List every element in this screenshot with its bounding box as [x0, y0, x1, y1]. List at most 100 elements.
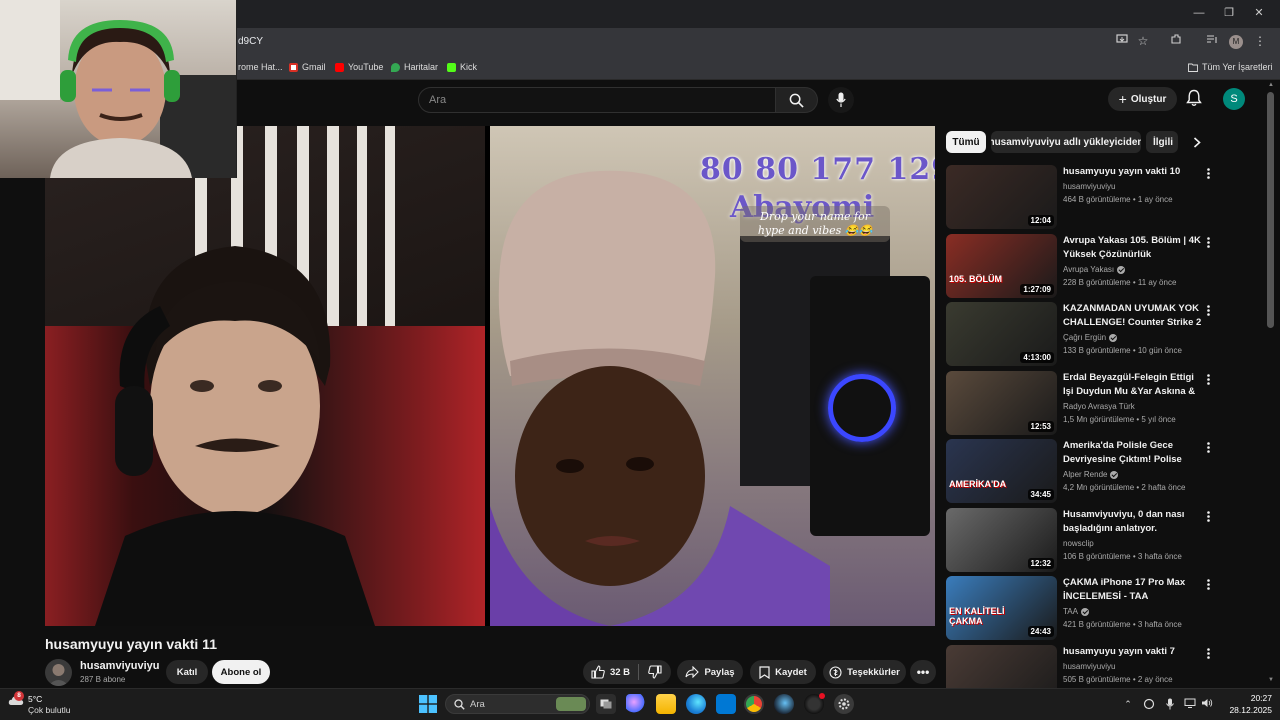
- video-card-title[interactable]: Husamviyuviyu, 0 dan nası başladığını an…: [1063, 508, 1203, 535]
- bell-icon: [1186, 89, 1202, 106]
- video-card-menu-button[interactable]: [1203, 508, 1213, 524]
- chrome-icon[interactable]: [744, 694, 764, 714]
- related-video-card[interactable]: 12:32 Husamviyuviyu, 0 dan nası başladığı…: [946, 508, 1216, 572]
- clock-time[interactable]: 20:27: [1232, 693, 1272, 703]
- profile-avatar[interactable]: M: [1229, 35, 1243, 49]
- video-card-menu-button[interactable]: [1203, 165, 1213, 181]
- join-button[interactable]: Katıl: [166, 660, 208, 684]
- video-card-title[interactable]: Amerika'da Polisle Gece Devriyesine Çıkt…: [1063, 439, 1203, 466]
- video-thumbnail[interactable]: 12:32: [946, 508, 1057, 572]
- obs-icon[interactable]: [804, 693, 825, 714]
- create-button[interactable]: + Oluştur: [1108, 87, 1177, 111]
- maximize-button[interactable]: ❐: [1222, 6, 1236, 20]
- bookmark-item[interactable]: rome Hat...: [238, 60, 283, 74]
- task-view-icon[interactable]: [596, 694, 616, 714]
- like-button[interactable]: 32 B: [583, 660, 638, 684]
- video-card-channel[interactable]: husamviyuviyu: [1063, 662, 1115, 671]
- store-icon[interactable]: [716, 694, 736, 714]
- browser-menu-icon[interactable]: ⋮: [1252, 33, 1268, 49]
- close-window-button[interactable]: ✕: [1252, 6, 1266, 20]
- bookmark-kick[interactable]: Kick: [447, 60, 477, 74]
- video-card-title[interactable]: husamyuyu yayın vakti 7: [1063, 645, 1203, 659]
- video-thumbnail[interactable]: 105. BÖLÜM 1:27:09: [946, 234, 1057, 298]
- video-card-channel[interactable]: nowsclip: [1063, 539, 1094, 548]
- share-button[interactable]: Paylaş: [677, 660, 743, 684]
- minimize-button[interactable]: —: [1192, 6, 1206, 20]
- bookmark-maps[interactable]: Haritalar: [391, 60, 438, 74]
- video-thumbnail[interactable]: EN KALİTELİ ÇAKMA 24:43: [946, 576, 1057, 640]
- tray-app-icon[interactable]: [1143, 698, 1155, 710]
- channel-name[interactable]: husamviyuviyu: [80, 660, 159, 672]
- chip-related[interactable]: İlgili: [1146, 131, 1178, 153]
- account-avatar[interactable]: S: [1223, 88, 1245, 110]
- related-video-card[interactable]: 105. BÖLÜM 1:27:09 Avrupa Yakası 105. Bölü…: [946, 234, 1216, 298]
- search-input[interactable]: [429, 92, 759, 108]
- dislike-button[interactable]: [640, 660, 670, 684]
- copilot-icon[interactable]: [626, 694, 646, 714]
- video-card-menu-button[interactable]: [1203, 645, 1213, 661]
- edge-icon[interactable]: [686, 694, 706, 714]
- video-card-title[interactable]: Erdal Beyazgül-Felegin Ettigi Işi Duydun…: [1063, 371, 1203, 398]
- thanks-button[interactable]: Teşekkürler: [823, 660, 906, 684]
- bookmark-youtube[interactable]: YouTube: [335, 60, 383, 74]
- related-video-card[interactable]: 4:13:00 KAZANMADAN UYUMAK YOK CHALLENGE! …: [946, 302, 1216, 366]
- scroll-up-arrow[interactable]: ▲: [1266, 82, 1276, 90]
- video-card-menu-button[interactable]: [1203, 234, 1213, 250]
- voice-search-button[interactable]: [828, 87, 854, 113]
- chip-from-uploader[interactable]: husamviyuviyu adlı yükleyiciden: [991, 131, 1141, 153]
- video-card-channel[interactable]: Radyo Avrasya Türk: [1063, 402, 1135, 411]
- subscribe-button[interactable]: Abone ol: [212, 660, 270, 684]
- taskbar-search[interactable]: [445, 694, 590, 714]
- related-video-card[interactable]: AMERİKA'DA 34:45 Amerika'da Polisle Gece D…: [946, 439, 1216, 503]
- video-card-menu-button[interactable]: [1203, 371, 1213, 387]
- video-player[interactable]: 80 80 177 129 Abayomi Drop your name for…: [45, 126, 935, 626]
- video-card-channel[interactable]: Alper Rende: [1063, 470, 1119, 479]
- video-card-channel[interactable]: husamviyuviyu: [1063, 182, 1115, 191]
- related-video-card[interactable]: EN KALİTELİ ÇAKMA 24:43 ÇAKMA iPhone 17 Pr…: [946, 576, 1216, 640]
- install-app-icon[interactable]: [1114, 33, 1130, 49]
- scroll-down-arrow[interactable]: ▼: [1266, 677, 1276, 685]
- video-card-title[interactable]: Avrupa Yakası 105. Bölüm | 4K Yüksek Çöz…: [1063, 234, 1203, 261]
- clock-date[interactable]: 28.12.2025: [1222, 705, 1272, 715]
- video-card-title[interactable]: husamyuyu yayın vakti 10: [1063, 165, 1203, 179]
- tray-network-icon[interactable]: [1184, 698, 1196, 710]
- related-video-card[interactable]: 12:53 Erdal Beyazgül-Felegin Ettigi Işi D…: [946, 371, 1216, 435]
- channel-avatar[interactable]: [45, 659, 72, 686]
- file-explorer-icon[interactable]: [656, 694, 676, 714]
- bookmark-gmail[interactable]: Gmail: [289, 60, 326, 74]
- video-card-channel[interactable]: Çağrı Ergün: [1063, 333, 1118, 342]
- tray-overflow-chevron-icon[interactable]: ⌃: [1122, 698, 1134, 710]
- settings-gear-icon[interactable]: [834, 694, 854, 714]
- more-actions-button[interactable]: •••: [910, 660, 936, 684]
- video-card-channel[interactable]: TAA: [1063, 607, 1089, 616]
- video-thumbnail[interactable]: 12:04: [946, 165, 1057, 229]
- start-button[interactable]: [419, 695, 437, 713]
- address-bar[interactable]: d9CY: [238, 36, 263, 47]
- tray-volume-icon[interactable]: [1201, 698, 1213, 710]
- scrollbar-thumb[interactable]: [1267, 92, 1274, 328]
- video-thumbnail[interactable]: 12:53: [946, 371, 1057, 435]
- video-card-menu-button[interactable]: [1203, 302, 1213, 318]
- video-card-title[interactable]: KAZANMADAN UYUMAK YOK CHALLENGE! Counter…: [1063, 302, 1203, 329]
- video-thumbnail[interactable]: AMERİKA'DA 34:45: [946, 439, 1057, 503]
- save-button[interactable]: Kaydet: [750, 660, 816, 684]
- all-bookmarks[interactable]: Tüm Yer İşaretleri: [1188, 60, 1273, 74]
- more-dots-icon: •••: [916, 665, 930, 679]
- video-thumbnail[interactable]: 4:13:00: [946, 302, 1057, 366]
- search-button[interactable]: [776, 87, 818, 113]
- video-card-menu-button[interactable]: [1203, 576, 1213, 592]
- kebab-menu-icon: [1206, 304, 1210, 316]
- chips-next-button[interactable]: [1186, 131, 1208, 153]
- search-box[interactable]: [418, 87, 776, 113]
- steam-icon[interactable]: [774, 694, 794, 714]
- video-card-channel[interactable]: Avrupa Yakası: [1063, 265, 1126, 274]
- video-card-menu-button[interactable]: [1203, 439, 1213, 455]
- notifications-button[interactable]: [1186, 89, 1204, 107]
- tray-mic-icon[interactable]: [1164, 698, 1176, 710]
- chip-all[interactable]: Tümü: [946, 131, 986, 153]
- related-video-card[interactable]: 12:04 husamyuyu yayın vakti 10 husamviyuvi…: [946, 165, 1216, 229]
- video-card-title[interactable]: ÇAKMA iPhone 17 Pro Max İNCELEMESİ - TAA: [1063, 576, 1203, 603]
- extensions-icon[interactable]: [1168, 33, 1184, 49]
- bookmark-star-icon[interactable]: ☆: [1135, 33, 1151, 49]
- media-controls-icon[interactable]: [1204, 33, 1220, 49]
